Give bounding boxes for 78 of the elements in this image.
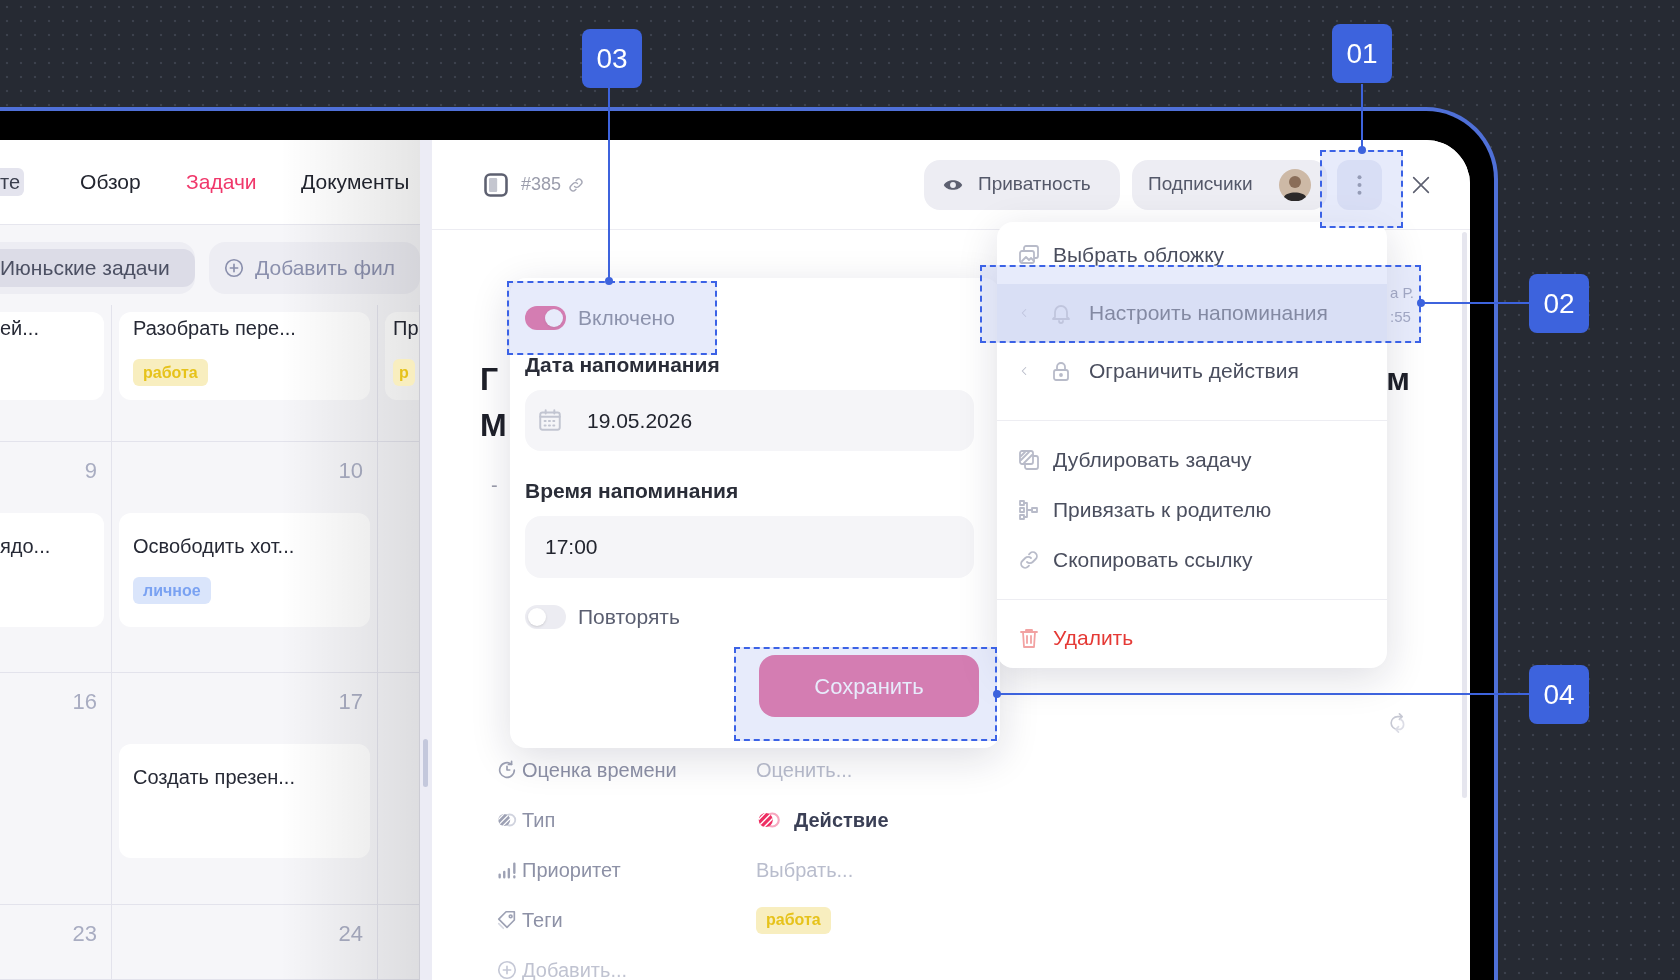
avatar: [1279, 168, 1311, 201]
plus-circle-icon: [496, 959, 518, 980]
nav-tab[interactable]: Задачи: [186, 166, 257, 198]
field-label: Время напоминания: [525, 478, 740, 504]
property-label: Тип: [522, 808, 557, 833]
subtitle: -: [491, 473, 498, 498]
task-title: Освободить хот...: [133, 535, 295, 557]
subscribers-button[interactable]: Подписчики: [1132, 159, 1327, 210]
nav-tab[interactable]: Обзор: [80, 166, 141, 198]
task-card[interactable]: Пр р: [385, 312, 419, 400]
tag: личное: [133, 577, 211, 604]
tag: работа: [756, 906, 831, 934]
plus-circle-icon: [223, 256, 245, 279]
nav-tab[interactable]: Документы: [301, 166, 410, 198]
more-button[interactable]: [1337, 159, 1382, 210]
day-number: 16: [72, 691, 97, 713]
toggle-switch[interactable]: [525, 306, 566, 330]
clock-icon: [496, 759, 518, 781]
time-field[interactable]: 17:00: [525, 516, 974, 578]
task-title: Г: [480, 360, 499, 399]
trash-icon: [1017, 626, 1041, 650]
task-card[interactable]: Освободить хот... личное: [119, 513, 370, 627]
link-icon: [1017, 548, 1041, 572]
menu-item[interactable]: Дублировать задачу: [997, 435, 1387, 485]
privacy-button[interactable]: Приватность: [924, 159, 1120, 210]
filter-chip[interactable]: Июньские задачи: [0, 248, 195, 287]
workspace-chip[interactable]: те: [0, 168, 25, 196]
callout-badge: 02: [1529, 274, 1589, 333]
task-number: #385: [521, 173, 562, 196]
menu-item[interactable]: Ограничить действия: [997, 342, 1387, 400]
menu-item[interactable]: Удалить: [997, 613, 1387, 663]
task-title: Создать презен...: [133, 766, 295, 788]
obscured-text: а Р.: [1390, 283, 1414, 303]
date-field[interactable]: 19.05.2026: [525, 390, 974, 451]
image-stack-icon: [1017, 243, 1041, 267]
task-title: М: [480, 406, 507, 445]
signal-bars-icon: [496, 859, 518, 881]
more-icon: [1357, 174, 1362, 195]
callout-badge: 04: [1529, 665, 1589, 724]
callout-badge: 03: [582, 29, 642, 88]
menu-item[interactable]: Выбрать обложку: [997, 226, 1387, 284]
menu-item[interactable]: Привязать к родителю: [997, 485, 1387, 535]
scrollbar[interactable]: [423, 739, 428, 787]
task-title: ядо...: [0, 535, 51, 557]
callout-badge: 01: [1332, 24, 1392, 83]
day-number: 10: [338, 460, 363, 482]
day-number: 23: [72, 923, 97, 945]
menu-item[interactable]: Скопировать ссылку: [997, 535, 1387, 585]
hierarchy-icon: [1017, 498, 1041, 522]
calendar-icon: [537, 407, 563, 433]
field-label: Дата напоминания: [525, 352, 721, 378]
task-title: ей...: [0, 317, 39, 339]
copy-icon: [1017, 448, 1041, 472]
day-number: 9: [84, 460, 97, 482]
task-title: Разобрать пере...: [133, 317, 296, 339]
task-title: Пр: [393, 317, 419, 339]
link-icon: [567, 175, 586, 194]
property-label: Приоритет: [522, 858, 622, 883]
tag-icon: [496, 909, 518, 931]
property-label: Оценка времени: [522, 758, 678, 783]
toggle-switch[interactable]: [525, 605, 566, 629]
task-card[interactable]: Разобрать пере... работа: [119, 312, 370, 400]
tag: р: [393, 359, 415, 386]
obscured-text: :55: [1390, 307, 1412, 327]
leader-line: [1357, 84, 1367, 154]
property-value[interactable]: Действие: [794, 805, 889, 835]
toggle-label: Повторять: [578, 604, 680, 631]
task-title: м: [1386, 360, 1410, 399]
day-number: 17: [338, 691, 363, 713]
scrollbar[interactable]: [1462, 232, 1467, 798]
property-label: Теги: [522, 908, 564, 933]
toggle-label: Включено: [578, 305, 675, 332]
sidebar-icon: [482, 170, 510, 199]
task-card[interactable]: Создать презен...: [119, 744, 370, 858]
task-card[interactable]: ей...: [0, 312, 104, 400]
task-card[interactable]: ядо...: [0, 513, 104, 627]
tag: работа: [133, 359, 208, 386]
day-number: 24: [338, 923, 363, 945]
